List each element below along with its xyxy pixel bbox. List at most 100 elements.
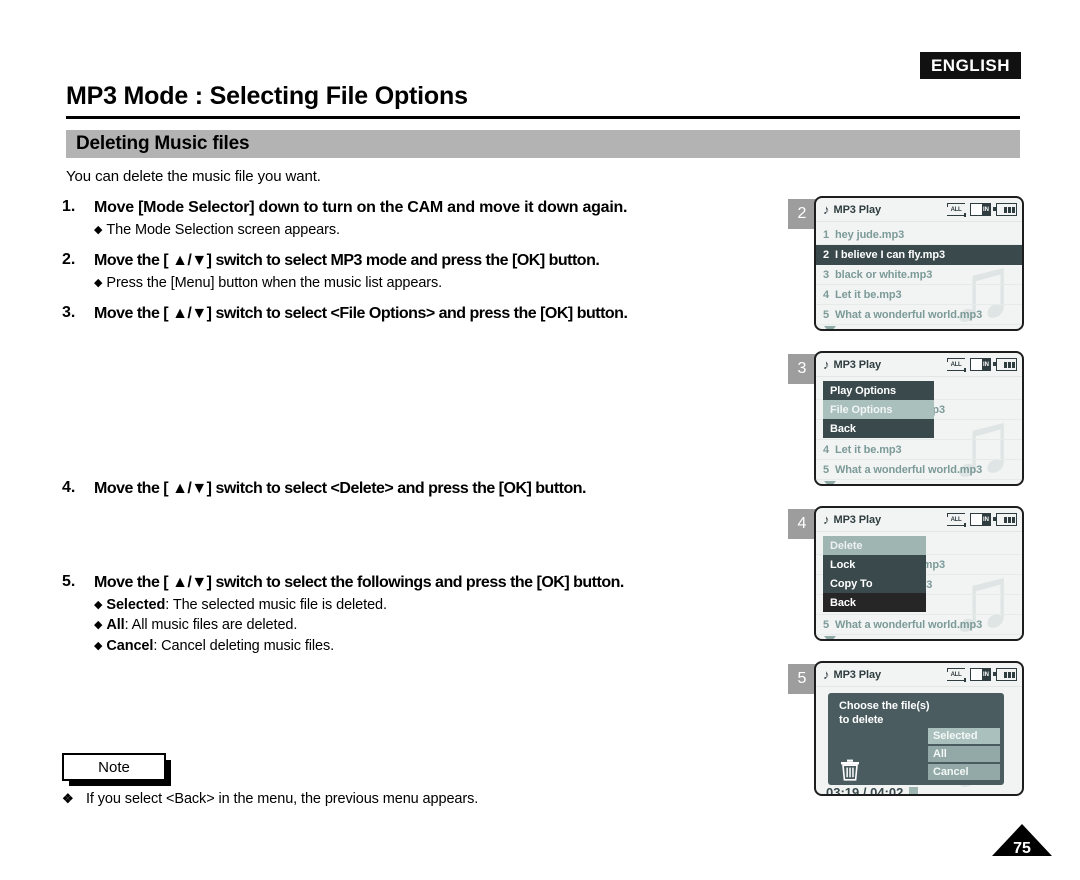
dialog-title: Choose the file(s) to delete xyxy=(828,693,1004,728)
dialog-title-line1: Choose the file(s) xyxy=(839,700,930,712)
lcd-block-step-5: 5 ♫ ♪ MP3 Play ALL IN 03:19 / 04:02 Choo… xyxy=(788,661,1024,816)
step-5-sub-1-label: All xyxy=(106,617,125,634)
lcd-block-step-3: 3 ♫ ♪ MP3 Play ALL IN 1hey jude.mp32I be… xyxy=(788,351,1024,506)
track-index: 1 xyxy=(823,228,830,241)
title-divider xyxy=(66,116,1020,119)
step-4-text: Move the [ ▲/▼] switch to select <Delete… xyxy=(94,479,586,497)
memory-internal-icon: IN xyxy=(970,203,991,216)
track-row[interactable]: 5 What a wonderful world.mp3 xyxy=(816,305,1022,325)
lcd-header-3: ♪ MP3 Play ALL IN xyxy=(816,353,1022,377)
step-tab-3: 3 xyxy=(788,354,816,384)
menu-item-play-options[interactable]: Play Options xyxy=(823,381,934,400)
track-index: 5 xyxy=(823,308,830,321)
track-index: 5 xyxy=(823,618,830,631)
step-3: 3. Move the [ ▲/▼] switch to select <Fil… xyxy=(62,304,782,324)
dialog-button-cancel[interactable]: Cancel xyxy=(928,764,1000,780)
scroll-down-icon[interactable] xyxy=(824,636,836,639)
track-name: I believe I can fly.mp3 xyxy=(835,248,945,261)
step-2-sublist: ◆ Press the [Menu] button when the music … xyxy=(94,273,782,294)
lcd-title-2: MP3 Play xyxy=(833,203,882,216)
section-title: Deleting Music files xyxy=(76,133,250,154)
memory-internal-icon: IN xyxy=(970,668,991,681)
diamond-icon: ◆ xyxy=(94,639,103,652)
page-number: 75 xyxy=(1013,840,1031,857)
menu-item-back[interactable]: Back xyxy=(823,419,934,438)
track-name: black or white.mp3 xyxy=(835,268,933,281)
menu-item-lock[interactable]: Lock xyxy=(823,555,926,574)
playback-time: 03:19 / 04:02 xyxy=(826,785,919,796)
menu-item-copy-to[interactable]: Copy To xyxy=(823,574,926,593)
track-row[interactable]: 3 black or white.mp3 xyxy=(816,265,1022,285)
lcd-title-5: MP3 Play xyxy=(833,668,882,681)
diamond-icon: ◆ xyxy=(94,276,103,289)
menu-item-delete[interactable]: Delete xyxy=(823,536,926,555)
battery-icon xyxy=(993,358,1017,371)
note-label-box: Note xyxy=(62,753,171,786)
track-name: What a wonderful world.mp3 xyxy=(835,308,983,321)
step-1-number: 1. xyxy=(62,198,76,215)
step-5-sublist: ◆ Selected: The selected music file is de… xyxy=(94,595,782,657)
step-5-sub-1: ◆ All: All music files are deleted. xyxy=(94,615,782,636)
lcd-header-4: ♪ MP3 Play ALL IN xyxy=(816,508,1022,532)
lcd-screens-column: 2 ♫ ♪ MP3 Play ALL IN 1 hey jude.mp3 2 I be… xyxy=(788,196,1024,816)
lcd-status-icons-4: ALL IN xyxy=(946,512,1017,527)
memory-icon-label: IN xyxy=(982,514,990,525)
track-name: What a wonderful world.mp3 xyxy=(835,463,983,476)
track-row[interactable]: 4 Let it be.mp3 xyxy=(816,285,1022,305)
track-row[interactable]: 4 Let it be.mp3 xyxy=(816,440,1022,460)
playback-time-text: 03:19 / 04:02 xyxy=(826,785,904,796)
dialog-title-line2: to delete xyxy=(839,713,884,726)
diamond-icon: ◆ xyxy=(94,598,103,611)
lcd-block-step-4: 4 ♫ ♪ MP3 Play ALL IN 1hey jude.mp32I be… xyxy=(788,506,1024,661)
step-4-number: 4. xyxy=(62,478,76,496)
section-header-bar: Deleting Music files xyxy=(66,130,1020,158)
track-index: 2 xyxy=(823,248,830,261)
dialog-button-selected[interactable]: Selected xyxy=(928,728,1000,744)
step-2-number: 2. xyxy=(62,251,76,269)
step-3-number: 3. xyxy=(62,304,76,322)
language-badge: ENGLISH xyxy=(921,53,1020,78)
step-1-text: Move [Mode Selector] down to turn on the… xyxy=(94,199,628,216)
step-5-sub-2-label: Cancel xyxy=(106,637,154,654)
step-5: 5. Move the [ ▲/▼] switch to select the … xyxy=(62,573,782,656)
note-box-wrapper: Note xyxy=(62,753,171,786)
step-2-text: Move the [ ▲/▼] switch to select MP3 mod… xyxy=(94,252,600,270)
note-text: If you select <Back> in the menu, the pr… xyxy=(86,791,479,807)
lcd-screen-3: ♫ ♪ MP3 Play ALL IN 1hey jude.mp32I beli… xyxy=(814,351,1024,486)
track-row[interactable]: 1 hey jude.mp3 xyxy=(816,225,1022,245)
lcd-block-step-2: 2 ♫ ♪ MP3 Play ALL IN 1 hey jude.mp3 2 I be… xyxy=(788,196,1024,351)
step-tab-5: 5 xyxy=(788,664,816,694)
step-1-sub-0-text: The Mode Selection screen appears. xyxy=(106,221,340,238)
step-1-sub-0: ◆ The Mode Selection screen appears. xyxy=(94,220,782,241)
music-note-icon: ♪ xyxy=(823,512,830,527)
lcd-status-icons-5: ALL IN xyxy=(946,667,1017,682)
step-5-number: 5. xyxy=(62,573,76,591)
track-index: 3 xyxy=(823,268,830,281)
step-1-sublist: ◆ The Mode Selection screen appears. xyxy=(94,220,782,241)
intro-text: You can delete the music file you want. xyxy=(66,168,321,185)
track-row[interactable]: 2 I believe I can fly.mp3 xyxy=(816,245,1022,265)
step-5-text: Move the [ ▲/▼] switch to select the fol… xyxy=(94,574,624,592)
track-name: hey jude.mp3 xyxy=(835,228,905,241)
dialog-button-all[interactable]: All xyxy=(928,746,1000,762)
repeat-all-icon: ALL xyxy=(946,202,966,217)
music-note-icon: ♪ xyxy=(823,667,830,682)
track-name: Let it be.mp3 xyxy=(835,288,902,301)
track-row[interactable]: 5 What a wonderful world.mp3 xyxy=(816,460,1022,480)
menu-item-file-options[interactable]: File Options xyxy=(823,400,934,419)
track-row[interactable]: 5 What a wonderful world.mp3 xyxy=(816,615,1022,635)
menu-item-back[interactable]: Back xyxy=(823,593,926,612)
step-4: 4. Move the [ ▲/▼] switch to select <Del… xyxy=(62,479,782,499)
note-bullet-icon: ❖ xyxy=(62,791,74,806)
step-2: 2. Move the [ ▲/▼] switch to select MP3 … xyxy=(62,251,782,293)
memory-icon-label: IN xyxy=(982,359,990,370)
music-note-icon: ♪ xyxy=(823,202,830,217)
scroll-down-icon[interactable] xyxy=(824,481,836,484)
step-5-sub-1-text: : All music files are deleted. xyxy=(124,617,298,634)
repeat-all-icon: ALL xyxy=(946,512,966,527)
step-5-sub-0-label: Selected xyxy=(106,596,166,613)
trash-icon xyxy=(841,759,859,781)
step-5-sub-0: ◆ Selected: The selected music file is de… xyxy=(94,595,782,616)
scroll-down-icon[interactable] xyxy=(824,326,836,329)
track-list-2: 1 hey jude.mp3 2 I believe I can fly.mp3 3 bl… xyxy=(816,222,1022,329)
